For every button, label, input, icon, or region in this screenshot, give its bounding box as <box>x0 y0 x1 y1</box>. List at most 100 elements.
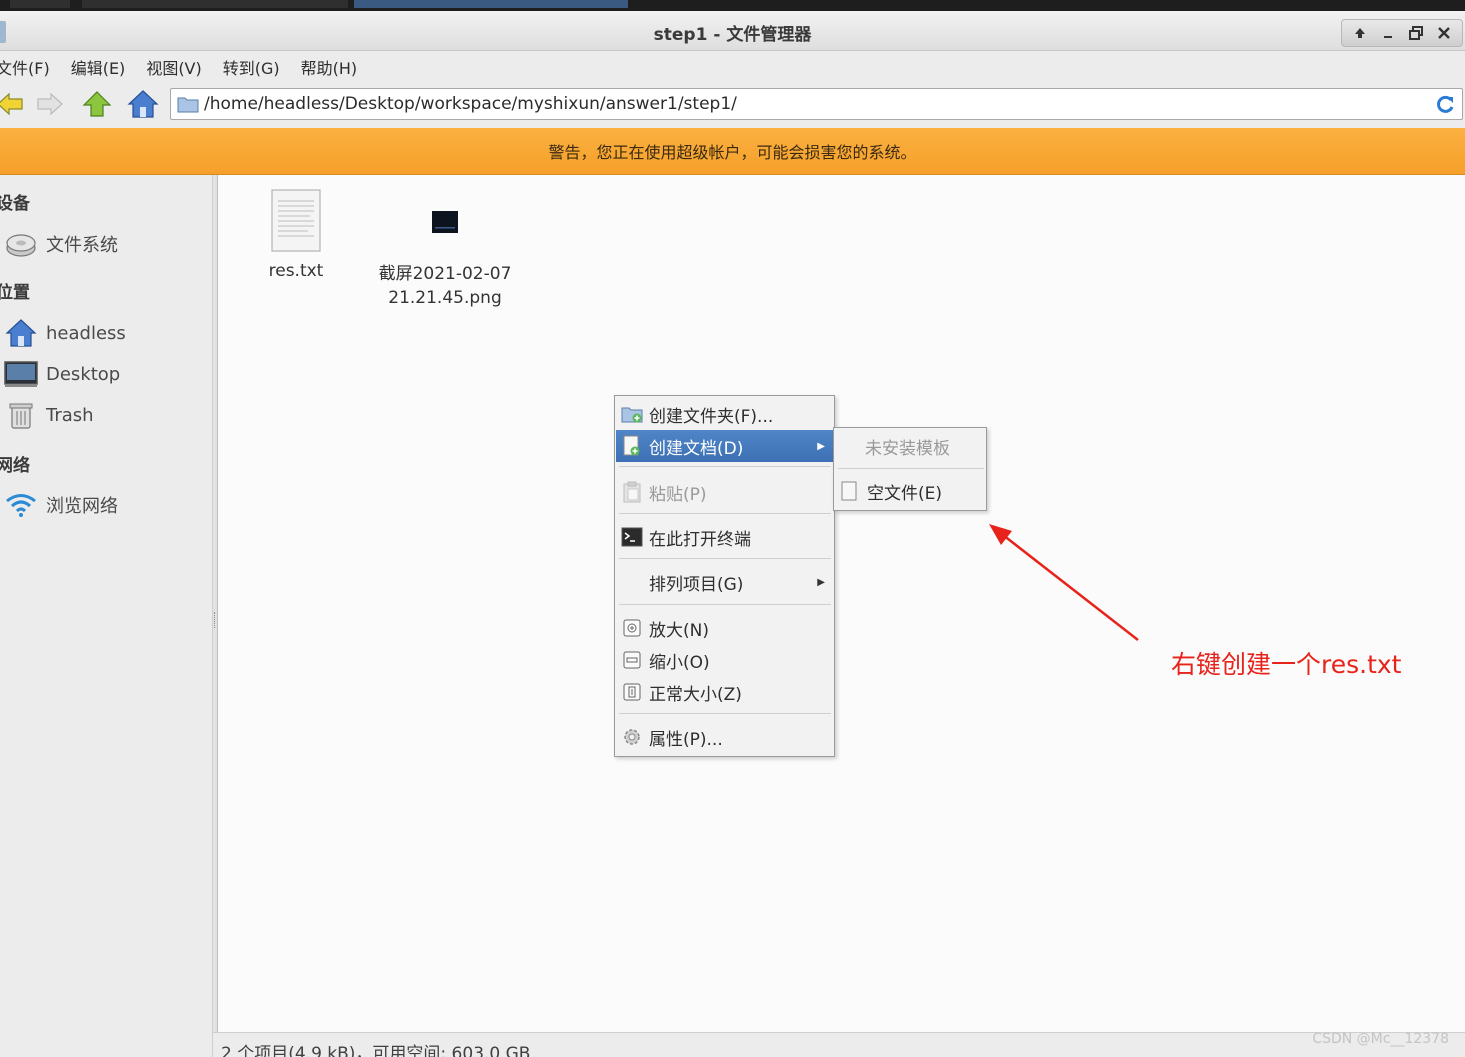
menu-item-label: 创建文档(D) <box>649 438 744 459</box>
reload-icon[interactable] <box>1434 93 1458 117</box>
menu-separator <box>838 468 984 469</box>
sidebar-item-label: 文件系统 <box>46 235 118 256</box>
sidebar: 设备 文件系统 位置 headless Desktop Trash 网络 浏览网… <box>0 175 213 1057</box>
zoom-in-icon <box>620 616 644 640</box>
window-title: step1 - 文件管理器 <box>653 25 812 45</box>
menu-file[interactable]: 文件(F) <box>0 55 50 79</box>
zoom-out-icon <box>620 648 644 672</box>
menu-item-zoom-in[interactable]: 放大(N) <box>616 612 833 644</box>
folder-icon <box>177 97 199 113</box>
menu-item-create-document[interactable]: 创建文档(D) ▶ <box>616 430 833 462</box>
menu-help[interactable]: 帮助(H) <box>301 55 358 79</box>
splitter-grip[interactable] <box>214 612 216 628</box>
submenu-arrow-icon: ▶ <box>817 440 825 452</box>
sidebar-section-network[interactable]: 网络 <box>0 451 30 476</box>
parent-folder-icon[interactable] <box>80 87 114 121</box>
create-document-submenu: 未安装模板 空文件(E) <box>833 427 987 511</box>
menu-item-label: 粘贴(P) <box>649 484 707 505</box>
file-item[interactable]: res.txt <box>256 189 336 283</box>
file-name-line2: 21.21.45.png <box>388 288 502 308</box>
new-folder-icon <box>620 402 644 426</box>
back-arrow-icon[interactable] <box>0 87 28 121</box>
maximize-icon[interactable] <box>1405 22 1427 44</box>
sidebar-item-label: Desktop <box>46 363 121 385</box>
menu-edit[interactable]: 编辑(E) <box>71 55 126 79</box>
title-bar: step1 - 文件管理器 <box>0 11 1465 51</box>
context-menu: 创建文件夹(F)... 创建文档(D) ▶ 粘贴(P) 在此打开终端 排列项目(… <box>614 395 835 757</box>
menu-separator <box>619 558 831 559</box>
file-manager-screen: step1 - 文件管理器 文件(F) 编辑(E) 视图(V) 转到(G) 帮助… <box>0 0 1465 1057</box>
paste-icon <box>620 480 644 504</box>
menu-separator <box>619 604 831 605</box>
file-name-line1: 截屏2021-02-07 <box>378 264 512 284</box>
window-controls <box>1341 19 1463 47</box>
submenu-arrow-icon: ▶ <box>817 576 825 588</box>
properties-icon <box>620 725 644 749</box>
menu-item-label: 在此打开终端 <box>649 529 751 550</box>
submenu-item-no-templates[interactable]: 未安装模板 <box>835 430 985 462</box>
toolbar: /home/headless/Desktop/workspace/myshixu… <box>0 83 1465 125</box>
address-bar[interactable]: /home/headless/Desktop/workspace/myshixu… <box>170 88 1463 120</box>
host-tab-active[interactable] <box>354 0 628 8</box>
zoom-normal-icon <box>620 680 644 704</box>
submenu-item-label: 未安装模板 <box>865 438 950 459</box>
image-file-icon <box>432 211 458 233</box>
watermark: CSDN @Mc__12378 <box>1312 1031 1449 1047</box>
status-text: 2 个项目(4.9 kB)，可用空间: 603.0 GB <box>221 1044 531 1057</box>
file-view[interactable]: res.txt 截屏2021-02-07 21.21.45.png <box>218 175 1465 1032</box>
home-icon[interactable] <box>126 87 160 121</box>
menu-bar: 文件(F) 编辑(E) 视图(V) 转到(G) 帮助(H) <box>0 51 1465 83</box>
up-icon[interactable] <box>1349 22 1371 44</box>
sidebar-item-filesystem[interactable]: 文件系统 <box>4 227 118 261</box>
terminal-icon <box>620 525 644 549</box>
menu-separator <box>619 466 831 467</box>
root-warning-banner: 警告，您正在使用超级帐户，可能会损害您的系统。 <box>0 128 1465 175</box>
drive-icon <box>4 228 38 260</box>
menu-item-label: 属性(P)... <box>649 729 723 750</box>
menu-item-label: 放大(N) <box>649 620 709 641</box>
sidebar-item-label: headless <box>46 322 126 344</box>
menu-item-open-terminal[interactable]: 在此打开终端 <box>616 521 833 553</box>
menu-view[interactable]: 视图(V) <box>146 55 201 79</box>
close-icon[interactable] <box>1433 22 1455 44</box>
new-document-icon <box>620 434 644 458</box>
forward-arrow-icon[interactable] <box>32 87 66 121</box>
menu-item-zoom-out[interactable]: 缩小(O) <box>616 644 833 676</box>
empty-file-icon <box>841 481 857 501</box>
menu-separator <box>619 513 831 514</box>
trash-icon <box>4 399 38 431</box>
sidebar-item-desktop[interactable]: Desktop <box>4 357 120 391</box>
sidebar-item-trash[interactable]: Trash <box>4 398 94 432</box>
sidebar-item-browse-network[interactable]: 浏览网络 <box>4 488 118 522</box>
menu-go[interactable]: 转到(G) <box>223 55 280 79</box>
minimize-icon[interactable] <box>1377 22 1399 44</box>
sidebar-item-label: Trash <box>46 404 94 426</box>
sidebar-item-label: 浏览网络 <box>46 496 118 517</box>
status-bar: 2 个项目(4.9 kB)，可用空间: 603.0 GB <box>213 1032 1465 1057</box>
submenu-item-label: 空文件(E) <box>867 483 943 504</box>
address-path[interactable]: /home/headless/Desktop/workspace/myshixu… <box>204 94 737 114</box>
warning-text: 警告，您正在使用超级帐户，可能会损害您的系统。 <box>548 143 917 162</box>
menu-item-paste[interactable]: 粘贴(P) <box>616 476 833 508</box>
wifi-icon <box>4 489 38 521</box>
host-taskbar <box>0 0 1465 11</box>
sidebar-section-devices[interactable]: 设备 <box>0 189 30 214</box>
submenu-item-empty-file[interactable]: 空文件(E) <box>835 475 985 507</box>
file-name: res.txt <box>268 261 324 281</box>
text-file-icon <box>271 189 321 252</box>
desktop-icon <box>4 358 38 390</box>
menu-item-label: 正常大小(Z) <box>649 684 742 705</box>
menu-separator <box>619 713 831 714</box>
menu-item-normal-size[interactable]: 正常大小(Z) <box>616 676 833 708</box>
sidebar-item-headless[interactable]: headless <box>4 316 126 350</box>
annotation-text: 右键创建一个res.txt <box>1171 650 1402 679</box>
host-tab[interactable] <box>10 0 70 8</box>
menu-item-label: 缩小(O) <box>649 652 710 673</box>
menu-item-create-folder[interactable]: 创建文件夹(F)... <box>616 398 833 430</box>
menu-item-arrange-items[interactable]: 排列项目(G) ▶ <box>616 566 833 598</box>
menu-item-properties[interactable]: 属性(P)... <box>616 721 833 753</box>
host-tab[interactable] <box>82 0 348 8</box>
sidebar-section-places[interactable]: 位置 <box>0 278 30 303</box>
menu-item-label: 创建文件夹(F)... <box>649 406 774 427</box>
file-item[interactable]: 截屏2021-02-07 21.21.45.png <box>370 211 520 310</box>
